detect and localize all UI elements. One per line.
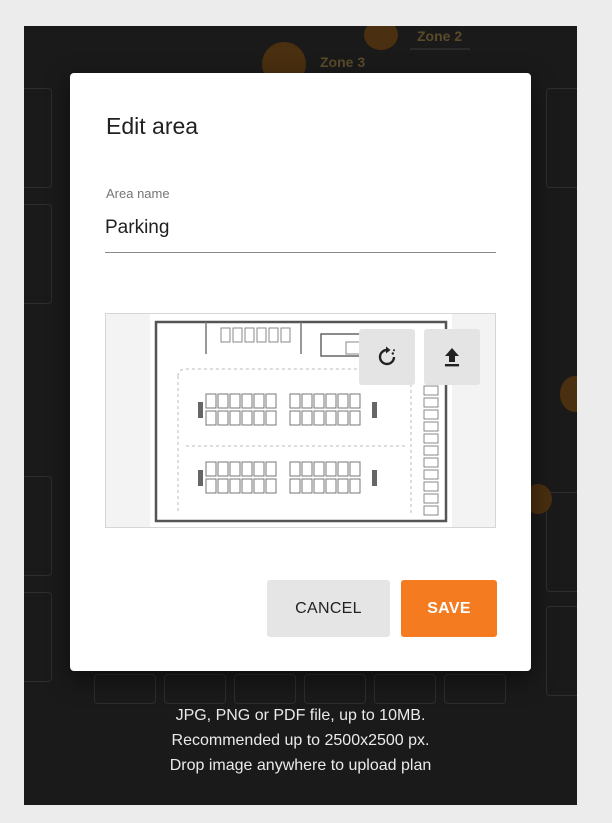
area-name-input[interactable] [105,209,496,253]
background-stall [94,674,156,704]
screen-frame: Zone 2 Zone 3 Edit area Area name Parkin… [0,0,612,823]
dialog-title: Edit area [106,113,199,139]
background-stall [24,204,52,304]
background-stall [164,674,226,704]
background-stall [24,88,52,188]
upload-button[interactable] [424,329,480,385]
area-name-label: Area name [106,186,170,201]
upload-info: JPG, PNG or PDF file, up to 10MB. Recomm… [24,703,577,778]
edit-area-dialog: Edit area Area name Parking CANCEL SAVE [70,73,531,671]
zone-2-label: Zone 2 [417,28,463,44]
background-stall [24,592,52,682]
upload-info-drop-hint: Drop image anywhere to upload plan [169,757,432,774]
background-line [410,48,470,50]
background-stall [374,674,436,704]
background-stall [234,674,296,704]
upload-info-resolution: Recommended up to 2500x2500 px. [171,732,430,749]
background-stall [24,476,52,576]
upload-info-formats: JPG, PNG or PDF file, up to 10MB. [175,707,426,724]
upload-icon [445,348,459,367]
background-stall [546,88,577,188]
zone-2-marker [364,26,398,50]
background-stall [304,674,366,704]
save-button[interactable]: SAVE [401,580,497,637]
background-stall [546,606,577,696]
rotate-button[interactable] [359,329,415,385]
cancel-button[interactable]: CANCEL [267,580,390,637]
rotate-icon [378,346,396,366]
zone-3-label: Zone 3 [320,54,366,70]
background-stall [546,492,577,592]
background-stall [444,674,506,704]
zone-marker [560,376,577,412]
